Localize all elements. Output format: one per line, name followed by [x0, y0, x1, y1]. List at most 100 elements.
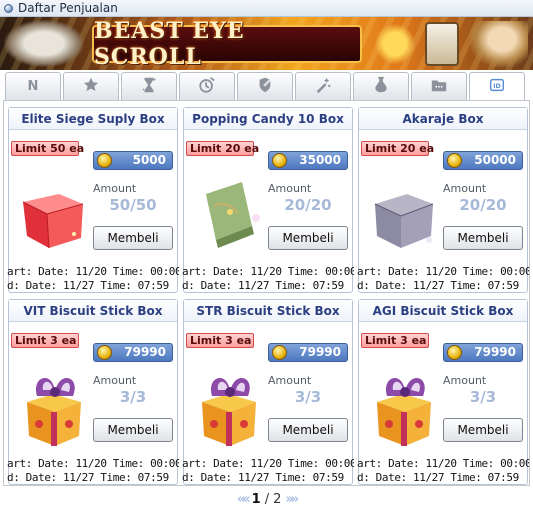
sale-start-date: art: Date: 11/20 Time: 00:00 [7, 457, 179, 470]
tab-id-card[interactable]: ID [469, 72, 525, 101]
red-box-icon [17, 174, 89, 256]
tab-folder[interactable] [411, 72, 467, 100]
buy-button[interactable]: Membeli [443, 418, 523, 442]
buy-button[interactable]: Membeli [268, 226, 348, 250]
amount-value: 20/20 [284, 196, 332, 214]
limit-badge: Limit 50 ea [11, 141, 84, 156]
item-card: Popping Candy 10 Box Limit 20 ea 35000 Amou… [182, 107, 354, 293]
limit-badge: Limit 20 ea [361, 141, 434, 156]
buy-button[interactable]: Membeli [268, 418, 348, 442]
page-separator: / [264, 491, 270, 507]
limit-badge: Limit 3 ea [186, 333, 254, 348]
prev-page-button[interactable]: «« [237, 492, 251, 507]
item-name: VIT Biscuit Stick Box [9, 300, 177, 322]
banner-logo: BEAST EYE SCROLL [92, 18, 362, 70]
tab-wand-sparkle[interactable] [295, 72, 351, 100]
gift-box-icon [17, 366, 89, 448]
limit-badge: Limit 3 ea [11, 333, 79, 348]
amount-value: 20/20 [459, 196, 507, 214]
banner-card-art [425, 22, 459, 66]
amount-label: Amount [93, 182, 137, 195]
shield-sword-icon [256, 76, 274, 98]
amount-value: 3/3 [469, 388, 497, 406]
sale-start-date: art: Date: 11/20 Time: 00:00 [7, 265, 179, 278]
item-grid: Elite Siege Suply Box Limit 50 ea 5000 Amou… [3, 100, 530, 486]
amount-label: Amount [93, 374, 137, 387]
new-icon: N [27, 79, 39, 94]
amount-label: Amount [268, 182, 312, 195]
item-name: STR Biscuit Stick Box [184, 300, 352, 322]
current-page: 1 [251, 491, 261, 507]
sale-end-date: d: Date: 11/27 Time: 07:59 [357, 279, 519, 292]
sale-end-date: d: Date: 11/27 Time: 07:59 [182, 279, 344, 292]
total-pages[interactable]: 2 [273, 492, 281, 507]
buy-button[interactable]: Membeli [93, 418, 173, 442]
window-titlebar[interactable]: Daftar Penjualan [0, 0, 533, 17]
svg-text:ID: ID [493, 83, 501, 90]
banner-sparkle-art [375, 23, 415, 65]
sale-end-date: d: Date: 11/27 Time: 07:59 [7, 279, 169, 292]
gift-box-icon [367, 366, 439, 448]
buy-button[interactable]: Membeli [93, 226, 173, 250]
price-tag: 79990 [93, 343, 173, 362]
price-tag: 50000 [443, 151, 523, 170]
limit-badge: Limit 3 ea [361, 333, 429, 348]
item-name: AGI Biscuit Stick Box [359, 300, 527, 322]
price-tag: 79990 [268, 343, 348, 362]
amount-label: Amount [268, 374, 312, 387]
zeny-coin-icon [447, 153, 462, 168]
price-value: 35000 [299, 153, 341, 167]
amount-label: Amount [443, 182, 487, 195]
green-box-icon [192, 174, 264, 256]
item-card: AGI Biscuit Stick Box Limit 3 ea 79990 Amou… [357, 299, 529, 485]
tab-star[interactable] [63, 72, 119, 100]
zeny-coin-icon [272, 153, 287, 168]
price-tag: 5000 [93, 151, 173, 170]
sale-end-date: d: Date: 11/27 Time: 07:59 [7, 471, 169, 484]
zeny-coin-icon [272, 345, 287, 360]
sale-start-date: art: Date: 11/20 Time: 00:00 [182, 265, 354, 278]
limit-badge: Limit 20 ea [186, 141, 259, 156]
folder-icon [430, 76, 448, 98]
sale-start-date: art: Date: 11/20 Time: 00:00 [357, 265, 529, 278]
price-tag: 79990 [443, 343, 523, 362]
zeny-coin-icon [97, 345, 112, 360]
category-tabs: N ID [5, 72, 528, 101]
tab-new[interactable]: N [5, 72, 61, 100]
potion-icon [372, 76, 390, 98]
zeny-coin-icon [97, 153, 112, 168]
clock-icon [198, 76, 216, 98]
pagination: «« 1 / 2 »» [0, 489, 533, 509]
item-card: VIT Biscuit Stick Box Limit 3 ea 79990 Amou… [7, 299, 179, 485]
sale-end-date: d: Date: 11/27 Time: 07:59 [182, 471, 344, 484]
tab-shield-sword[interactable] [237, 72, 293, 100]
buy-button[interactable]: Membeli [443, 226, 523, 250]
price-value: 79990 [299, 345, 341, 359]
price-tag: 35000 [268, 151, 348, 170]
beast-skull-art [4, 20, 84, 67]
sale-end-date: d: Date: 11/27 Time: 07:59 [357, 471, 519, 484]
item-name: Popping Candy 10 Box [184, 108, 352, 130]
amount-label: Amount [443, 374, 487, 387]
price-value: 79990 [474, 345, 516, 359]
item-card: STR Biscuit Stick Box Limit 3 ea 79990 Amou… [182, 299, 354, 485]
amount-value: 50/50 [109, 196, 157, 214]
amount-value: 3/3 [294, 388, 322, 406]
window-icon [4, 3, 13, 13]
tab-clock[interactable] [179, 72, 235, 100]
hourglass-icon [140, 76, 158, 98]
next-page-button[interactable]: »» [285, 492, 299, 507]
amount-value: 3/3 [119, 388, 147, 406]
star-icon [82, 76, 100, 98]
window-title: Daftar Penjualan [18, 1, 118, 15]
item-card: Akaraje Box Limit 20 ea 50000 Amount 20/20 Me… [357, 107, 529, 293]
banner-character-art [470, 21, 528, 67]
banner-logo-text: BEAST EYE SCROLL [94, 18, 245, 70]
tab-potion[interactable] [353, 72, 409, 100]
item-card: Elite Siege Suply Box Limit 50 ea 5000 Amou… [7, 107, 179, 293]
id-card-icon: ID [488, 76, 506, 98]
wand-sparkle-icon [314, 76, 332, 98]
price-value: 50000 [474, 153, 516, 167]
event-banner: BEAST EYE SCROLL [0, 17, 533, 70]
tab-hourglass[interactable] [121, 72, 177, 100]
